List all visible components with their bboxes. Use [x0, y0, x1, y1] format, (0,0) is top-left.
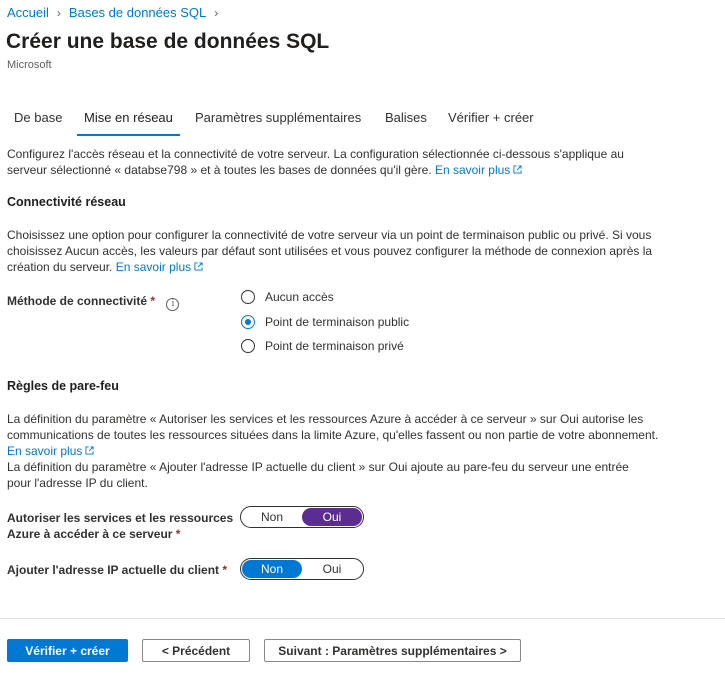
info-icon[interactable]: i — [166, 298, 180, 311]
learn-more-label: En savoir plus — [115, 260, 192, 274]
intro-line-2: serveur sélectionné « databse798 » et à … — [7, 163, 432, 177]
radio-private-endpoint[interactable]: Point de terminaison privé — [241, 339, 404, 353]
connectivity-line-3: création du serveur. — [7, 260, 113, 274]
breadcrumb-home-link[interactable]: Accueil — [7, 5, 49, 20]
external-link-icon — [85, 446, 94, 455]
allow-azure-label-line-2-wrap: Azure à accéder à ce serveur * — [7, 526, 233, 542]
radio-no-access[interactable]: Aucun accès — [241, 290, 334, 304]
firewall-line-1: La définition du paramètre « Autoriser l… — [7, 412, 644, 426]
radio-label: Point de terminaison public — [265, 315, 410, 329]
allow-azure-services-toggle[interactable]: Non Oui — [240, 506, 364, 528]
intro-line-1: Configurez l'accès réseau et la connecti… — [7, 147, 624, 161]
firewall-description: La définition du paramètre « Autoriser l… — [7, 411, 712, 491]
tab-basics[interactable]: De base — [7, 109, 69, 134]
tab-networking[interactable]: Mise en réseau — [77, 109, 180, 136]
chevron-right-icon: › — [214, 5, 219, 20]
radio-label: Aucun accès — [265, 290, 334, 304]
chevron-right-icon: › — [56, 5, 61, 20]
previous-button[interactable]: < Précédent — [142, 639, 250, 662]
toggle-option-yes[interactable]: Oui — [302, 508, 362, 526]
next-button[interactable]: Suivant : Paramètres supplémentaires > — [264, 639, 521, 662]
radio-label: Point de terminaison privé — [265, 339, 404, 353]
add-client-ip-label: Ajouter l'adresse IP actuelle du client … — [7, 562, 227, 578]
external-link-icon — [513, 165, 522, 174]
review-create-button[interactable]: Vérifier + créer — [7, 639, 128, 662]
breadcrumb-sql-databases-link[interactable]: Bases de données SQL — [69, 5, 206, 20]
allow-azure-label-line-1: Autoriser les services et les ressources — [7, 511, 234, 525]
toggle-option-no[interactable]: Non — [242, 508, 302, 526]
radio-button[interactable] — [241, 339, 255, 353]
connectivity-description: Choisissez une option pour configurer la… — [7, 227, 712, 275]
required-mark: * — [222, 563, 228, 577]
tab-bar: De base Mise en réseau Paramètres supplé… — [0, 109, 725, 136]
add-client-ip-text: Ajouter l'adresse IP actuelle du client — [7, 563, 220, 577]
footer-divider — [0, 618, 725, 619]
tab-additional-settings[interactable]: Paramètres supplémentaires — [188, 109, 368, 134]
firewall-line-2: communications de toutes les ressources … — [7, 428, 659, 442]
toggle-option-no[interactable]: Non — [242, 560, 302, 578]
learn-more-link[interactable]: En savoir plus — [435, 163, 522, 177]
radio-public-endpoint[interactable]: Point de terminaison public — [241, 315, 409, 329]
page-subtitle: Microsoft — [7, 59, 52, 71]
connectivity-line-3-wrap: création du serveur. En savoir plus — [7, 259, 712, 275]
tab-tags[interactable]: Balises — [378, 109, 434, 134]
firewall-line-3: La définition du paramètre « Ajouter l'a… — [7, 460, 629, 474]
firewall-rules-heading: Règles de pare-feu — [7, 379, 119, 393]
network-connectivity-heading: Connectivité réseau — [7, 195, 126, 209]
firewall-link-wrap: En savoir plus — [7, 443, 712, 459]
required-mark: * — [175, 527, 181, 541]
connectivity-method-label: Méthode de connectivité * i — [7, 293, 180, 311]
required-mark: * — [150, 294, 156, 308]
networking-intro: Configurez l'accès réseau et la connecti… — [7, 146, 712, 178]
firewall-line-4: pour l'adresse IP du client. — [7, 476, 148, 490]
intro-line-2-wrap: serveur sélectionné « databse798 » et à … — [7, 162, 712, 178]
learn-more-link[interactable]: En savoir plus — [116, 260, 203, 274]
connectivity-method-text: Méthode de connectivité — [7, 294, 148, 308]
learn-more-label: En savoir plus — [7, 444, 83, 458]
radio-button[interactable] — [241, 290, 255, 304]
connectivity-line-2: choisissez Aucun accès, les valeurs par … — [7, 244, 653, 258]
toggle-option-yes[interactable]: Oui — [302, 560, 362, 578]
allow-azure-services-label: Autoriser les services et les ressources… — [7, 510, 233, 542]
radio-button-selected[interactable] — [241, 315, 255, 329]
connectivity-line-1: Choisissez une option pour configurer la… — [7, 228, 652, 242]
page-title: Créer une base de données SQL — [6, 30, 330, 53]
learn-more-label: En savoir plus — [434, 163, 511, 177]
learn-more-link[interactable]: En savoir plus — [7, 444, 94, 458]
allow-azure-label-line-2: Azure à accéder à ce serveur — [7, 527, 173, 541]
tab-review-create[interactable]: Vérifier + créer — [441, 109, 541, 134]
external-link-icon — [194, 262, 203, 271]
add-client-ip-toggle[interactable]: Non Oui — [240, 558, 364, 580]
breadcrumb: Accueil › Bases de données SQL › — [7, 5, 226, 20]
